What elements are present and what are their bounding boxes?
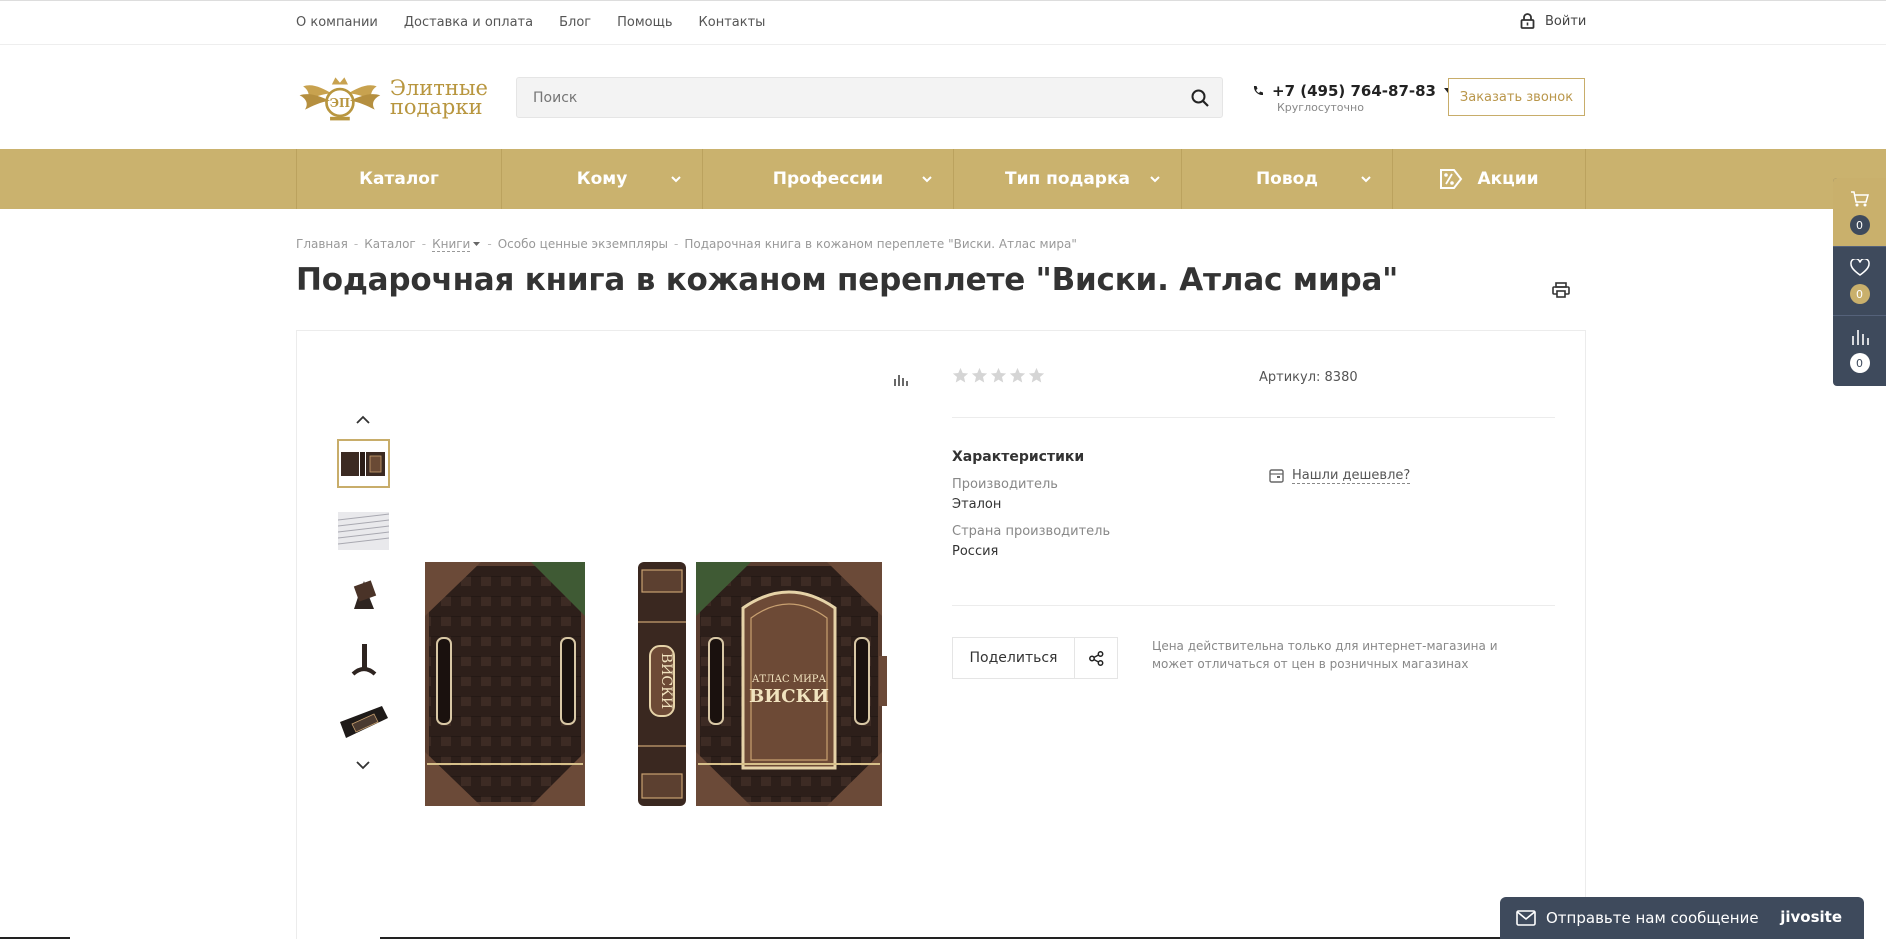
- star-icon: [990, 367, 1007, 383]
- share-icon: [1088, 650, 1103, 666]
- product-main-image[interactable]: ВИСКИ АТЛАС МИРА ВИСКИ: [421, 556, 887, 810]
- page-bottom-edge: [0, 937, 1500, 939]
- top-nav-help[interactable]: Помощь: [617, 15, 672, 30]
- breadcrumb-books[interactable]: Книги: [432, 237, 481, 252]
- menu-item-gift-type[interactable]: Тип подарка: [954, 149, 1182, 209]
- characteristics-title: Характеристики: [952, 449, 1085, 465]
- search-icon[interactable]: [1190, 88, 1210, 108]
- logo-emblem-icon: ЭП: [299, 77, 381, 121]
- found-cheaper-link[interactable]: Нашли дешевле?: [1269, 468, 1411, 484]
- compare-chart-icon: [1851, 330, 1869, 345]
- price-tag-icon: [1269, 469, 1284, 483]
- phone-icon: [1253, 86, 1263, 96]
- breadcrumb-catalog[interactable]: Каталог: [364, 237, 416, 251]
- top-nav-about[interactable]: О компании: [296, 15, 378, 30]
- thumbnail-image-book-stand: [353, 579, 376, 609]
- prop-value-country: Россия: [952, 544, 999, 559]
- menu-item-catalog[interactable]: Каталог: [297, 149, 502, 209]
- compare-count-badge: 0: [1849, 353, 1870, 373]
- chat-widget[interactable]: Отправьте нам сообщение jivosite: [1500, 897, 1864, 939]
- menu-item-occasion[interactable]: Повод: [1182, 149, 1393, 209]
- top-bar: О компании Доставка и оплата Блог Помощь…: [0, 0, 1886, 45]
- thumbnail-image-book-angle: [340, 705, 388, 738]
- login-button[interactable]: Войти: [1520, 13, 1586, 29]
- spine-title: ВИСКИ: [658, 653, 674, 709]
- star-icon: [971, 367, 988, 383]
- chevron-down-icon: [671, 176, 681, 183]
- page-title: Подарочная книга в кожаном переплете "Ви…: [296, 262, 1399, 298]
- heart-icon: [1849, 259, 1870, 276]
- thumbnail[interactable]: [337, 506, 390, 555]
- share-control[interactable]: Поделиться: [952, 637, 1118, 679]
- thumbnails-up-arrow[interactable]: [356, 415, 370, 425]
- cart-button[interactable]: 0: [1833, 178, 1886, 247]
- chevron-down-icon: [1150, 176, 1160, 183]
- chat-brand: jivosite: [1780, 908, 1842, 926]
- login-label: Войти: [1545, 13, 1587, 29]
- star-icon: [952, 367, 969, 383]
- cover-subtitle: АТЛАС МИРА: [752, 674, 827, 685]
- caret-down-icon: [473, 242, 481, 246]
- menu-item-whom[interactable]: Кому: [502, 149, 703, 209]
- divider: [952, 417, 1555, 418]
- floating-side-panel: 0 0 0: [1833, 178, 1886, 386]
- thumbnails-down-arrow[interactable]: [356, 760, 370, 770]
- envelope-icon: [1516, 910, 1536, 926]
- menu-item-promotions[interactable]: Акции: [1393, 149, 1586, 209]
- callback-button[interactable]: Заказать звонок: [1448, 78, 1585, 116]
- phone-number[interactable]: +7 (495) 764-87-83: [1252, 82, 1452, 100]
- main-menu-bar: Каталог Кому Профессии Тип подарка Повод…: [0, 149, 1886, 209]
- thumbnail[interactable]: [337, 634, 390, 683]
- star-icon: [1009, 367, 1026, 383]
- svg-text:ЭП: ЭП: [330, 96, 350, 110]
- top-nav-blog[interactable]: Блог: [559, 15, 591, 30]
- breadcrumb: Главная - Каталог - Книги - Особо ценные…: [296, 237, 1077, 252]
- phone-hours: Круглосуточно: [1277, 101, 1364, 114]
- prop-label-country: Страна производитель: [952, 524, 1111, 539]
- top-nav-delivery[interactable]: Доставка и оплата: [404, 15, 533, 30]
- star-icon: [1028, 367, 1045, 383]
- top-nav: О компании Доставка и оплата Блог Помощь…: [296, 15, 765, 30]
- breadcrumb-rare-editions[interactable]: Особо ценные экземпляры: [498, 237, 668, 251]
- print-icon[interactable]: [1552, 282, 1570, 298]
- prop-label-manufacturer: Производитель: [952, 477, 1058, 492]
- thumbnail[interactable]: [337, 439, 390, 488]
- logo-text: Элитные подарки: [389, 76, 488, 119]
- main-menu: Каталог Кому Профессии Тип подарка Повод…: [296, 149, 1586, 209]
- cart-icon: [1850, 191, 1869, 207]
- chat-label: Отправьте нам сообщение: [1546, 909, 1759, 927]
- share-icon-button[interactable]: [1075, 638, 1117, 678]
- divider: [952, 605, 1555, 606]
- cover-title: ВИСКИ: [749, 686, 829, 707]
- discount-icon: [1440, 169, 1463, 189]
- rating-stars[interactable]: [952, 367, 1045, 384]
- thumbnail-image-book-spread: [341, 451, 385, 476]
- favorites-button[interactable]: 0: [1833, 247, 1886, 316]
- menu-item-professions[interactable]: Профессии: [703, 149, 954, 209]
- compare-button[interactable]: 0: [1833, 316, 1886, 385]
- breadcrumb-current: Подарочная книга в кожаном переплете "Ви…: [684, 237, 1077, 251]
- compare-chart-icon[interactable]: [893, 373, 909, 387]
- thumbnail[interactable]: [337, 697, 390, 746]
- prop-value-manufacturer: Эталон: [952, 497, 1002, 512]
- search-bar: [516, 77, 1223, 118]
- share-button[interactable]: Поделиться: [953, 638, 1075, 678]
- search-input[interactable]: [517, 78, 1157, 117]
- product-sku: Артикул: 8380: [1259, 370, 1358, 385]
- price-disclaimer: Цена действительна только для интернет-м…: [1152, 639, 1498, 671]
- thumbnail[interactable]: [337, 569, 390, 618]
- thumbnail-image-book-stand-side: [351, 643, 376, 676]
- lock-icon: [1520, 13, 1535, 29]
- favorites-count-badge: 0: [1849, 284, 1870, 304]
- chevron-down-icon: [1361, 176, 1371, 183]
- cart-count-badge: 0: [1849, 215, 1870, 235]
- chevron-down-icon: [922, 176, 932, 183]
- breadcrumb-home[interactable]: Главная: [296, 237, 348, 251]
- top-nav-contacts[interactable]: Контакты: [699, 15, 766, 30]
- logo[interactable]: ЭП Элитные подарки: [296, 68, 488, 128]
- thumbnail-image-pages: [338, 511, 389, 550]
